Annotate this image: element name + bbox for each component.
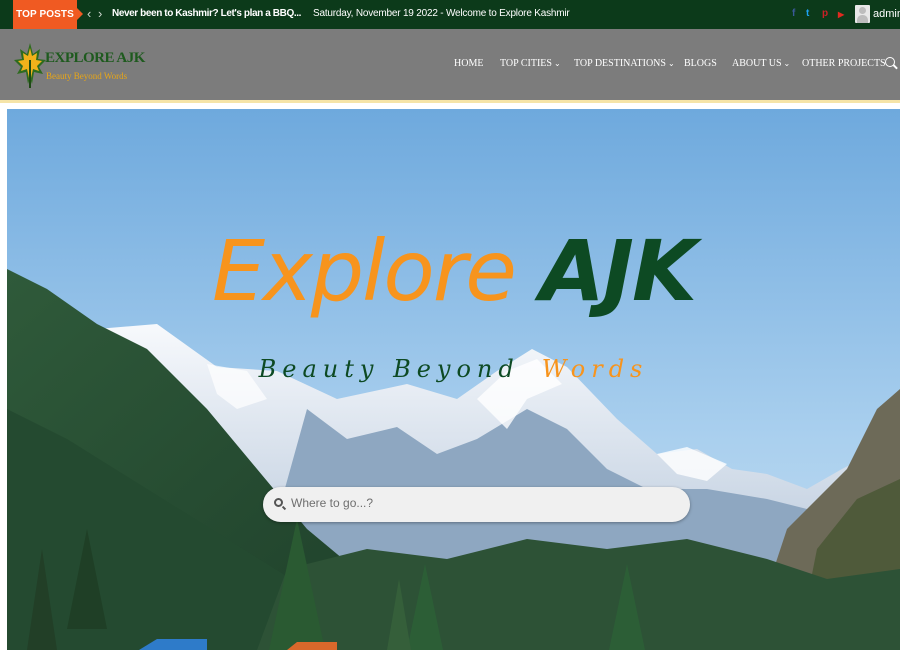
header-divider <box>0 100 900 103</box>
nav-top-destinations-label: TOP DESTINATIONS <box>574 58 666 69</box>
top-posts-label: TOP POSTS <box>13 0 83 29</box>
chevron-down-icon: ⌄ <box>553 59 561 68</box>
date-welcome-text: Saturday, November 19 2022 - Welcome to … <box>313 8 570 19</box>
maple-leaf-icon <box>14 43 46 88</box>
destination-search-box[interactable] <box>263 487 690 522</box>
nav-blogs[interactable]: BLOGS <box>684 58 717 69</box>
logo-tagline: Beauty Beyond Words <box>46 71 128 81</box>
pinterest-icon[interactable]: p <box>822 8 828 19</box>
hero-subtitle: Beauty Beyond Words <box>7 357 900 381</box>
nav-top-destinations[interactable]: TOP DESTINATIONS ⌄ <box>574 58 675 69</box>
nav-top-cities[interactable]: TOP CITIES ⌄ <box>500 58 561 69</box>
hero-title-explore: Explore <box>211 222 517 320</box>
hero-subtitle-words: Words <box>541 355 649 383</box>
nav-home[interactable]: HOME <box>454 58 483 69</box>
ticker-prev-arrow-icon[interactable]: ‹ <box>87 6 91 21</box>
destination-search-input[interactable] <box>291 496 671 510</box>
top-bar: TOP POSTS ‹ › Never been to Kashmir? Let… <box>0 0 900 29</box>
logo-title: EXPLORE AJK <box>45 50 145 66</box>
nav-other-projects-label: OTHER PROJECTS <box>802 58 886 69</box>
hero-title: Explore AJK <box>7 229 900 313</box>
nav-about-us-label: ABOUT US <box>732 58 782 69</box>
user-name-link[interactable]: admin <box>873 8 900 20</box>
hero-title-ajk: AJK <box>539 222 697 320</box>
nav-other-projects[interactable]: OTHER PROJECTS <box>802 58 886 69</box>
search-icon[interactable] <box>885 57 895 67</box>
facebook-icon[interactable]: f <box>792 8 795 19</box>
site-header: EXPLORE AJK Beauty Beyond Words HOME TOP… <box>0 29 900 100</box>
chevron-down-icon: ⌄ <box>783 59 791 68</box>
ticker-post-link[interactable]: Never been to Kashmir? Let's plan a BBQ.… <box>112 8 301 19</box>
youtube-icon[interactable]: ▶ <box>838 10 844 19</box>
nav-home-label: HOME <box>454 58 484 69</box>
avatar[interactable] <box>855 5 870 23</box>
twitter-icon[interactable]: t <box>806 8 809 19</box>
chevron-down-icon: ⌄ <box>667 59 675 68</box>
nav-about-us[interactable]: ABOUT US ⌄ <box>732 58 790 69</box>
hero-banner: Explore AJK Beauty Beyond Words <box>7 109 900 650</box>
ticker-next-arrow-icon[interactable]: › <box>98 6 102 21</box>
nav-blogs-label: BLOGS <box>684 58 717 69</box>
search-icon <box>274 498 283 507</box>
hero-subtitle-beauty-beyond: Beauty Beyond <box>258 355 520 383</box>
site-logo[interactable]: EXPLORE AJK Beauty Beyond Words <box>13 40 145 90</box>
nav-top-cities-label: TOP CITIES <box>500 58 552 69</box>
